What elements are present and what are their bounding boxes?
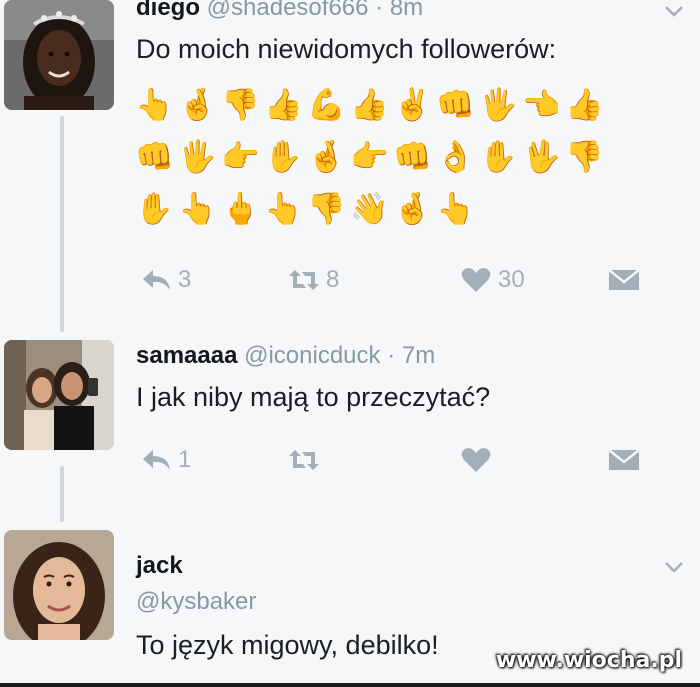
reply-icon <box>143 270 170 290</box>
emoji-row-3: ✋ 👆 🖕 👆 👎 👋 🤞 👆 <box>135 190 475 227</box>
retweet-count: 8 <box>326 266 340 293</box>
hand-emoji-icon: 👆 <box>264 191 303 226</box>
direct-message-button[interactable] <box>608 262 640 298</box>
hand-emoji-icon: 🤞 <box>393 191 432 226</box>
chevron-down-icon[interactable] <box>664 560 684 574</box>
avatar[interactable] <box>4 0 114 110</box>
heart-icon <box>461 268 491 292</box>
like-button[interactable]: 30 <box>460 262 525 298</box>
tweet-text: I jak niby mają to przeczytać? <box>136 382 491 412</box>
hand-emoji-icon: 👆 <box>436 191 475 226</box>
hand-emoji-icon: 🤞 <box>307 139 346 174</box>
hand-emoji-icon: 👊 <box>135 139 174 174</box>
tweet-text: To język migowy, debilko! <box>136 630 439 660</box>
hand-emoji-icon: 👍 <box>565 87 604 122</box>
hand-emoji-icon: 👊 <box>436 87 475 122</box>
separator-dot: · <box>387 342 396 369</box>
hand-emoji-icon: 👎 <box>565 139 604 174</box>
user-handle[interactable]: @shadesof666 <box>207 0 369 21</box>
envelope-icon <box>608 449 640 470</box>
reply-icon <box>143 450 170 470</box>
hand-emoji-icon: ✌ <box>393 87 432 122</box>
hand-emoji-icon: 🤞 <box>178 87 217 122</box>
hand-emoji-icon: ✋ <box>479 139 518 174</box>
like-count: 30 <box>498 266 525 293</box>
hand-emoji-icon: 👉 <box>221 139 260 174</box>
bottom-border <box>0 683 700 687</box>
hand-emoji-icon: 💪 <box>307 87 346 122</box>
display-name[interactable]: jack <box>136 552 183 579</box>
reply-count: 1 <box>178 446 192 473</box>
avatar-photo-icon <box>4 530 114 640</box>
thread-line-2 <box>60 466 64 522</box>
emoji-row-2: 👊 🖐 👉 ✋ 🤞 👉 👊 👌 ✋ 🖖 👎 <box>135 138 604 175</box>
hand-emoji-icon: 👎 <box>221 87 260 122</box>
hand-emoji-icon: 🖐 <box>178 139 217 174</box>
avatar-photo-icon <box>4 340 114 450</box>
envelope-icon <box>608 269 640 290</box>
watermark: www.wiocha.pl <box>495 648 682 673</box>
hand-emoji-icon: 👋 <box>350 191 389 226</box>
hand-emoji-icon: 👈 <box>522 87 561 122</box>
separator-dot: · <box>375 0 384 21</box>
reply-button[interactable]: 1 <box>140 442 191 478</box>
reply-button[interactable]: 3 <box>140 262 191 298</box>
chevron-down-icon[interactable] <box>664 4 684 18</box>
tweet-header: samaaaa @iconicduck · 7m <box>136 342 435 370</box>
retweet-icon <box>289 450 319 470</box>
reply-count: 3 <box>178 266 192 293</box>
tweet-handle-line: @kysbaker <box>136 588 256 616</box>
hand-emoji-icon: 🖖 <box>522 139 561 174</box>
hand-emoji-icon: 👉 <box>350 139 389 174</box>
hand-emoji-icon: 🖐 <box>479 87 518 122</box>
hand-emoji-icon: 🖕 <box>221 191 260 226</box>
user-handle[interactable]: @kysbaker <box>136 588 256 615</box>
tweet-actions: 3 8 30 <box>136 262 656 298</box>
hand-emoji-icon: 👊 <box>393 139 432 174</box>
tweet-header: jack <box>136 552 183 580</box>
timestamp[interactable]: 8m <box>390 0 423 21</box>
retweet-button[interactable]: 8 <box>288 262 339 298</box>
tweet-text: Do moich niewidomych followerów: <box>136 34 557 64</box>
direct-message-button[interactable] <box>608 442 640 478</box>
avatar[interactable] <box>4 340 114 450</box>
timestamp[interactable]: 7m <box>402 342 435 369</box>
hand-emoji-icon: 👆 <box>178 191 217 226</box>
emoji-row-1: 👆 🤞 👎 👍 💪 👍 ✌ 👊 🖐 👈 👍 <box>135 86 604 123</box>
retweet-button[interactable] <box>288 442 320 478</box>
hand-emoji-icon: 👍 <box>350 87 389 122</box>
thread-line-1 <box>60 116 64 332</box>
heart-icon <box>461 448 491 472</box>
tweet-actions: 1 <box>136 442 656 478</box>
avatar[interactable] <box>4 530 114 640</box>
avatar-photo-icon <box>4 0 114 110</box>
tweet-header: diego @shadesof666 · 8m <box>136 0 423 22</box>
hand-emoji-icon: 👎 <box>307 191 346 226</box>
retweet-icon <box>289 270 319 290</box>
hand-emoji-icon: ✋ <box>135 191 174 226</box>
hand-emoji-icon: 👌 <box>436 139 475 174</box>
hand-emoji-icon: ✋ <box>264 139 303 174</box>
user-handle[interactable]: @iconicduck <box>244 342 380 369</box>
hand-emoji-icon: 👍 <box>264 87 303 122</box>
hand-emoji-icon: 👆 <box>135 87 174 122</box>
display-name[interactable]: samaaaa <box>136 342 237 369</box>
like-button[interactable] <box>460 442 492 478</box>
display-name[interactable]: diego <box>136 0 200 21</box>
